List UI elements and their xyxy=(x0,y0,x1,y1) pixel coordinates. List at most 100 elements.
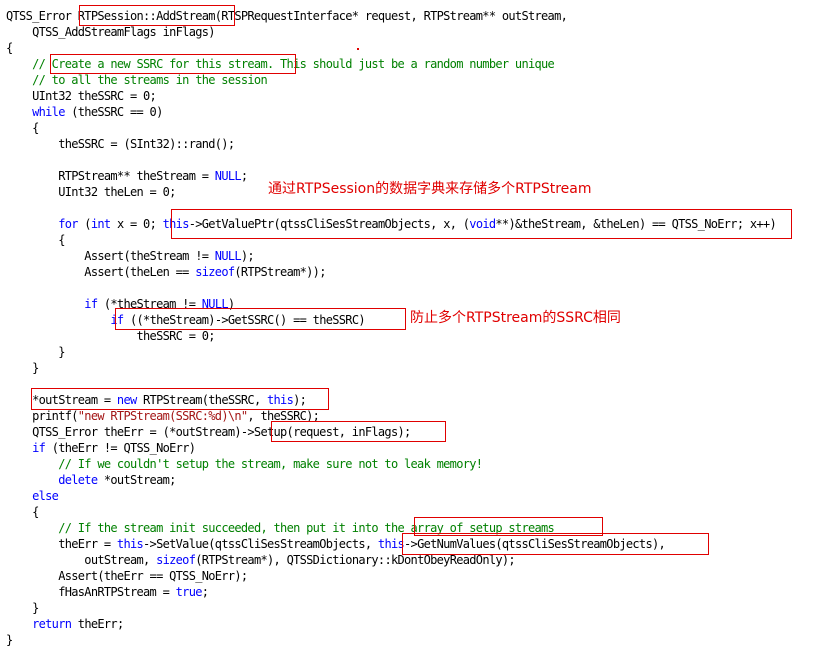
code-line: { xyxy=(6,40,13,56)
code-line: for (int x = 0; this->GetValuePtr(qtssCl… xyxy=(6,216,776,232)
code-keyword: for xyxy=(58,217,78,231)
code-line: Assert(theErr == QTSS_NoErr); xyxy=(6,568,248,584)
code-line: // Create a new SSRC for this stream. Th… xyxy=(6,56,555,72)
code-text: RTPStream** theStream = xyxy=(6,169,215,183)
code-text: ->SetValue(qtssCliSesStreamObjects, xyxy=(143,537,378,551)
code-text: Assert(theErr == QTSS_NoErr); xyxy=(6,569,248,583)
code-line: while (theSSRC == 0) xyxy=(6,104,163,120)
code-text: x = 0; xyxy=(110,217,163,231)
code-line: } xyxy=(6,600,39,616)
code-keyword: this xyxy=(377,537,405,551)
annotation-dictionary-note: 通过RTPSession的数据字典来存储多个RTPStream xyxy=(268,181,592,197)
code-keyword: sizeof xyxy=(156,553,196,567)
code-line: QTSS_Error theErr = (*outStream)->Setup(… xyxy=(6,424,411,440)
code-line: // If the stream init succeeded, then pu… xyxy=(6,520,555,536)
code-keyword: this xyxy=(162,217,190,231)
code-text: (theSSRC == 0) xyxy=(64,105,163,119)
code-text: { xyxy=(6,505,39,519)
code-line: outStream, sizeof(RTPStream*), QTSSDicti… xyxy=(6,552,515,568)
code-text: **)&theStream, &theLen) == QTSS_NoErr; x… xyxy=(495,217,776,231)
code-text: { xyxy=(6,121,39,135)
code-line: if ((*theStream)->GetSSRC() == theSSRC) xyxy=(6,312,365,328)
code-line: if (*theStream != NULL) xyxy=(6,296,235,312)
code-line: UInt32 theLen = 0; xyxy=(6,184,176,200)
code-line: theErr = this->SetValue(qtssCliSesStream… xyxy=(6,536,666,552)
code-text: (*theStream != xyxy=(97,297,202,311)
code-text: ->GetNumValues(qtssCliSesStreamObjects), xyxy=(404,537,666,551)
code-line: *outStream = new RTPStream(theSSRC, this… xyxy=(6,392,307,408)
code-text: ; xyxy=(240,169,248,183)
code-line: RTPStream** theStream = NULL; xyxy=(6,168,248,184)
code-keyword: void xyxy=(469,217,496,231)
code-text: theErr = xyxy=(6,537,117,551)
code-line: Assert(theLen == sizeof(RTPStream*)); xyxy=(6,264,326,280)
code-text: , theSSRC); xyxy=(247,409,320,423)
code-line: else xyxy=(6,488,59,504)
code-keyword: delete xyxy=(58,473,98,487)
code-text: ); xyxy=(293,393,307,407)
code-text: fHasAnRTPStream = xyxy=(6,585,176,599)
code-text: outStream, xyxy=(6,553,157,567)
code-text: QTSS_Error theErr = (*outStream)->Setup(… xyxy=(6,425,411,439)
code-text: } xyxy=(6,601,39,615)
code-text: { xyxy=(6,41,13,55)
code-keyword: if xyxy=(84,297,98,311)
annotation-ssrc-note: 防止多个RTPStream的SSRC相同 xyxy=(410,310,621,326)
code-string: "new RTPStream(SSRC:%d)\n" xyxy=(77,409,248,423)
code-text: printf( xyxy=(6,409,78,423)
code-text: UInt32 theLen = 0; xyxy=(6,185,176,199)
code-line: } xyxy=(6,632,13,648)
code-keyword: this xyxy=(267,393,294,407)
code-keyword: NULL xyxy=(214,169,242,183)
code-comment: // Create a new SSRC for this stream. Th… xyxy=(6,57,555,71)
code-text: Assert(theStream != xyxy=(6,249,215,263)
code-keyword: int xyxy=(90,217,111,231)
code-line: // to all the streams in the session xyxy=(6,72,268,88)
code-keyword: return xyxy=(32,617,72,631)
code-text: RTPStream(theSSRC, xyxy=(136,393,267,407)
code-text: } xyxy=(6,361,39,375)
code-text: ->GetValuePtr(qtssCliSesStreamObjects, x… xyxy=(188,217,470,231)
code-line: delete *outStream; xyxy=(6,472,176,488)
code-keyword: if xyxy=(32,441,46,455)
red-dot-marker xyxy=(357,48,359,50)
code-text: *outStream; xyxy=(97,473,176,487)
code-text: *outStream = xyxy=(6,393,117,407)
code-line: theSSRC = (SInt32)::rand(); xyxy=(6,136,235,152)
code-text: theSSRC = 0; xyxy=(6,329,215,343)
code-keyword: else xyxy=(32,489,59,503)
code-line: UInt32 theSSRC = 0; xyxy=(6,88,157,104)
code-comment: // If we couldn't setup the stream, make… xyxy=(58,457,483,471)
code-line: // If we couldn't setup the stream, make… xyxy=(6,456,483,472)
code-text: ((*theStream)->GetSSRC() == theSSRC) xyxy=(123,313,366,327)
code-line: { xyxy=(6,504,39,520)
code-line: fHasAnRTPStream = true; xyxy=(6,584,209,600)
code-text: theSSRC = (SInt32)::rand(); xyxy=(6,137,235,151)
code-keyword: this xyxy=(116,537,144,551)
code-editor[interactable]: QTSS_Error RTPSession::AddStream(RTSPReq… xyxy=(0,0,834,647)
code-line: printf("new RTPStream(SSRC:%d)\n", theSS… xyxy=(6,408,320,424)
code-keyword: sizeof xyxy=(195,265,235,279)
code-line: { xyxy=(6,120,39,136)
code-text: } xyxy=(6,345,65,359)
code-line: return theErr; xyxy=(6,616,124,632)
code-text: theErr; xyxy=(71,617,124,631)
code-line: Assert(theStream != NULL); xyxy=(6,248,254,264)
code-text: ( xyxy=(77,217,91,231)
code-text: (RTPStream*)); xyxy=(234,265,326,279)
code-keyword: NULL xyxy=(214,249,242,263)
code-text: { xyxy=(6,233,65,247)
code-line: QTSS_Error RTPSession::AddStream(RTSPReq… xyxy=(6,8,568,24)
code-text: QTSS_AddStreamFlags inFlags) xyxy=(6,25,215,39)
code-line: } xyxy=(6,360,39,376)
code-text: ) xyxy=(227,297,235,311)
